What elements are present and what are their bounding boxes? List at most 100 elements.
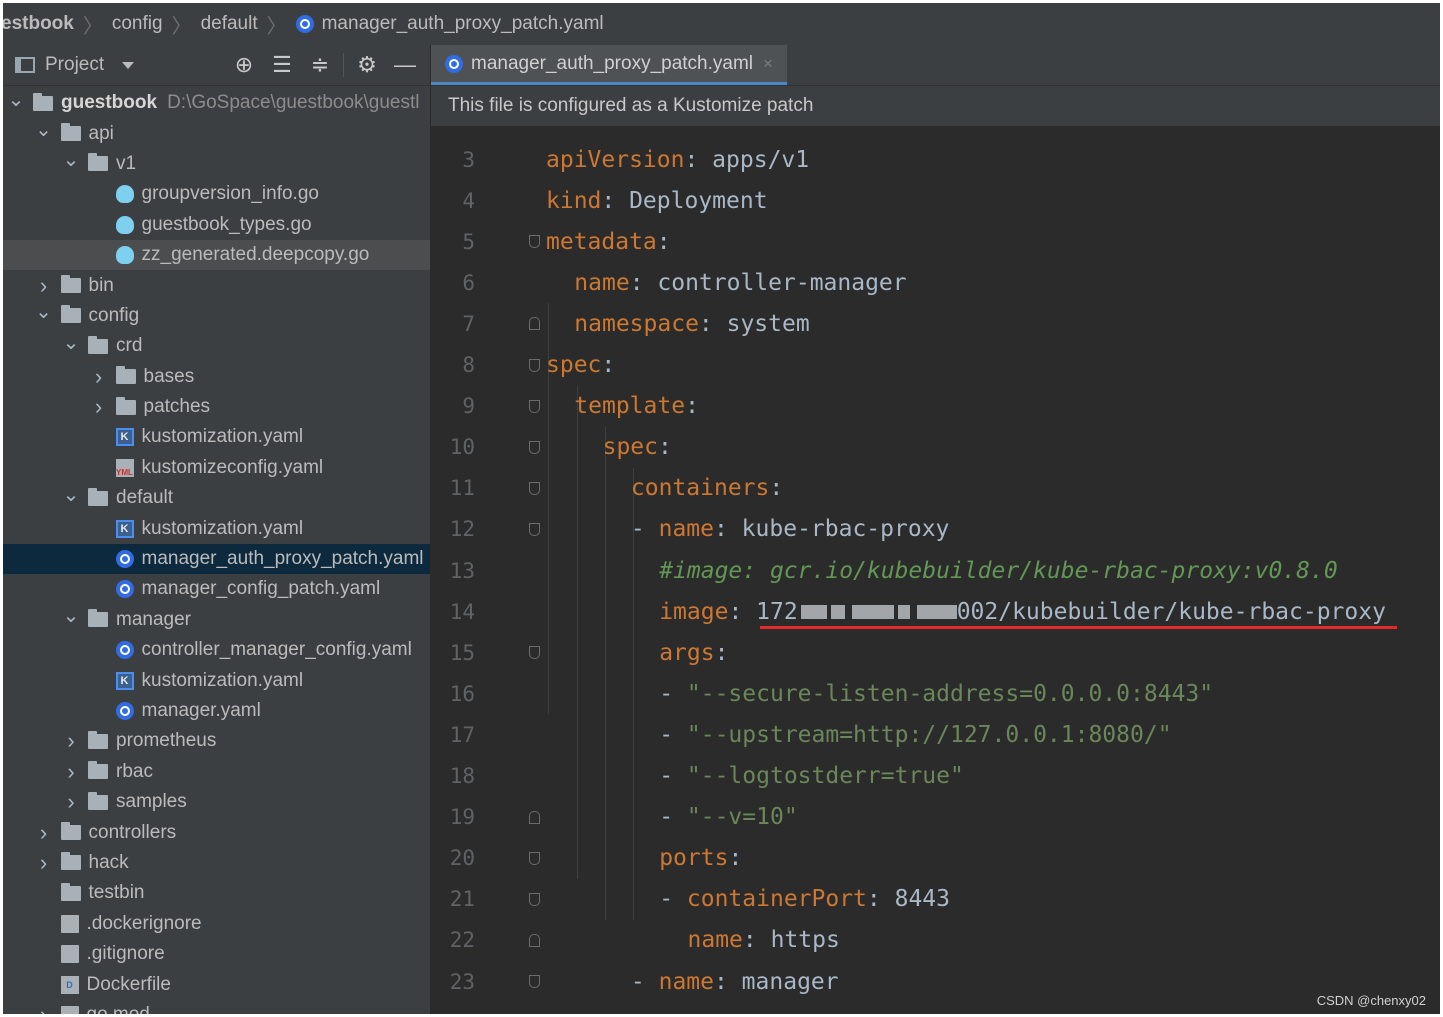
tree-file[interactable]: groupversion_info.go — [3, 179, 430, 209]
tree-folder[interactable]: › patches — [3, 392, 430, 422]
tree-file[interactable]: zz_generated.deepcopy.go — [3, 239, 430, 271]
locate-icon[interactable]: ⊕ — [225, 52, 263, 78]
tree-folder[interactable]: › hack — [3, 848, 430, 878]
code-line[interactable]: 22 name: https — [431, 920, 1440, 961]
code-line[interactable]: 6 name: controller-manager — [431, 262, 1440, 303]
tree-folder[interactable]: ⌄ manager — [3, 605, 430, 635]
chevron-down-icon[interactable]: ⌄ — [62, 603, 80, 628]
fold-open-icon[interactable] — [529, 646, 540, 660]
chevron-down-icon[interactable]: ⌄ — [62, 482, 80, 507]
code-line[interactable]: 11 containers: — [431, 468, 1440, 509]
chevron-right-icon[interactable]: › — [35, 850, 53, 876]
tree-folder[interactable]: ⌄ guestbook D:\GoSpace\guestbook\guestl — [3, 88, 430, 118]
code-line[interactable]: 8 spec: — [431, 345, 1440, 386]
breadcrumb-item-config[interactable]: config — [112, 13, 163, 35]
code-line[interactable]: 4 kind: Deployment — [431, 180, 1440, 221]
fold-open-icon[interactable] — [529, 975, 540, 988]
tree-folder[interactable]: ⌄ default — [3, 483, 430, 513]
code-line[interactable]: 3 apiVersion: apps/v1 — [431, 139, 1440, 180]
code-line[interactable]: 13 #image: gcr.io/kubebuilder/kube-rbac-p… — [431, 550, 1440, 591]
banner-text: This file is configured as a Kustomize p… — [448, 95, 814, 116]
tree-folder[interactable]: › bin — [3, 270, 430, 300]
breadcrumb-item-file[interactable]: manager_auth_proxy_patch.yaml — [295, 13, 604, 35]
code-line[interactable]: 19 - "--v=10" — [431, 797, 1440, 838]
tree-folder[interactable]: › rbac — [3, 757, 430, 787]
minimize-icon[interactable]: — — [386, 52, 424, 78]
fold-open-icon[interactable] — [529, 892, 540, 906]
code-line[interactable]: 9 template: — [431, 386, 1440, 427]
chevron-down-icon[interactable]: ⌄ — [35, 117, 53, 142]
tree-item-label: manager — [116, 608, 191, 630]
code-line[interactable]: 17 - "--upstream=http://127.0.0.1:8080/" — [431, 714, 1440, 755]
chevron-right-icon[interactable]: › — [35, 820, 53, 846]
tree-file[interactable]: manager_auth_proxy_patch.yaml — [3, 543, 430, 575]
code-text: - "--v=10" — [659, 804, 797, 830]
tree-folder[interactable]: ⌄ config — [3, 301, 430, 331]
collapse-all-icon[interactable]: ≑ — [301, 52, 339, 78]
code-area[interactable]: 3 apiVersion: apps/v1 4 kind: Deployment 5 me… — [431, 127, 1440, 1014]
editor-tab-active[interactable]: manager_auth_proxy_patch.yaml × — [431, 45, 787, 85]
tree-folder[interactable]: › controllers — [3, 817, 430, 847]
chevron-right-icon[interactable]: › — [90, 394, 108, 420]
fold-open-icon[interactable] — [529, 440, 540, 454]
tree-folder[interactable]: › prometheus — [3, 726, 430, 756]
close-icon[interactable]: × — [763, 54, 773, 74]
yaml-value: : — [656, 228, 671, 255]
chevron-down-icon[interactable] — [122, 61, 135, 69]
code-line[interactable]: 10 spec: — [431, 427, 1440, 468]
tree-folder[interactable]: testbin — [3, 878, 430, 908]
gear-icon[interactable]: ⚙ — [348, 52, 386, 78]
fold-open-icon[interactable] — [529, 399, 540, 413]
chevron-down-icon[interactable]: ⌄ — [7, 87, 25, 112]
tree-file[interactable]: › go.mod — [3, 1000, 430, 1014]
chevron-down-icon[interactable]: ⌄ — [62, 147, 80, 172]
fold-open-icon[interactable] — [529, 851, 540, 865]
chevron-right-icon[interactable]: › — [62, 759, 80, 785]
tree-folder[interactable]: ⌄ v1 — [3, 149, 430, 179]
chevron-down-icon[interactable]: ⌄ — [35, 299, 53, 324]
code-line[interactable]: 16 - "--secure-listen-address=0.0.0.0:844… — [431, 673, 1440, 714]
code-line[interactable]: 21 - containerPort: 8443 — [431, 879, 1440, 920]
breadcrumb-item-default[interactable]: default — [201, 13, 258, 35]
fold-open-icon[interactable] — [529, 358, 540, 372]
chevron-right-icon[interactable]: › — [62, 728, 80, 754]
tree-file[interactable]: Kkustomization.yaml — [3, 422, 430, 452]
tree-file[interactable]: D Dockerfile — [3, 969, 430, 999]
tree-file[interactable]: .dockerignore — [3, 909, 430, 939]
tree-folder[interactable]: ⌄ crd — [3, 331, 430, 361]
tree-folder[interactable]: › bases — [3, 362, 430, 392]
code-line[interactable]: 23 - name: manager — [431, 961, 1440, 1002]
expand-all-icon[interactable]: ☰ — [263, 52, 301, 78]
breadcrumb-item-project[interactable]: estbook — [3, 13, 74, 35]
tree-folder[interactable]: ⌄ api — [3, 118, 430, 148]
code-line[interactable]: 18 - "--logtostderr=true" — [431, 756, 1440, 797]
code-line[interactable]: 7 namespace: system — [431, 303, 1440, 344]
tree-file[interactable]: manager.yaml — [3, 696, 430, 726]
chevron-down-icon[interactable]: ⌄ — [62, 330, 80, 355]
fold-open-icon[interactable] — [529, 522, 540, 536]
code-line[interactable]: 24 args: — [431, 1002, 1440, 1014]
code-line[interactable]: 15 args: — [431, 632, 1440, 673]
chevron-right-icon[interactable]: › — [90, 364, 108, 390]
fold-close-icon[interactable] — [529, 933, 540, 947]
chevron-right-icon[interactable]: › — [62, 789, 80, 815]
tree-file[interactable]: Kkustomization.yaml — [3, 665, 430, 695]
tree-folder[interactable]: › samples — [3, 787, 430, 817]
fold-close-icon[interactable] — [529, 317, 540, 331]
code-line[interactable]: 20 ports: — [431, 838, 1440, 879]
code-text: #image: gcr.io/kubebuilder/kube-rbac-pro… — [659, 558, 1338, 584]
chevron-right-icon[interactable]: › — [35, 273, 53, 299]
project-panel-title[interactable]: Project — [45, 54, 104, 76]
tree-file[interactable]: YML kustomizeconfig.yaml — [3, 453, 430, 483]
chevron-right-icon[interactable]: › — [35, 1002, 53, 1014]
tree-file[interactable]: controller_manager_config.yaml — [3, 635, 430, 665]
tree-file[interactable]: manager_config_patch.yaml — [3, 574, 430, 604]
fold-open-icon[interactable] — [529, 235, 540, 249]
code-line[interactable]: 5 metadata: — [431, 221, 1440, 262]
tree-file[interactable]: .gitignore — [3, 939, 430, 969]
tree-file[interactable]: Kkustomization.yaml — [3, 513, 430, 543]
tree-file[interactable]: guestbook_types.go — [3, 210, 430, 240]
fold-close-icon[interactable] — [529, 810, 540, 824]
fold-open-icon[interactable] — [529, 481, 540, 495]
code-line[interactable]: 12 - name: kube-rbac-proxy — [431, 509, 1440, 550]
